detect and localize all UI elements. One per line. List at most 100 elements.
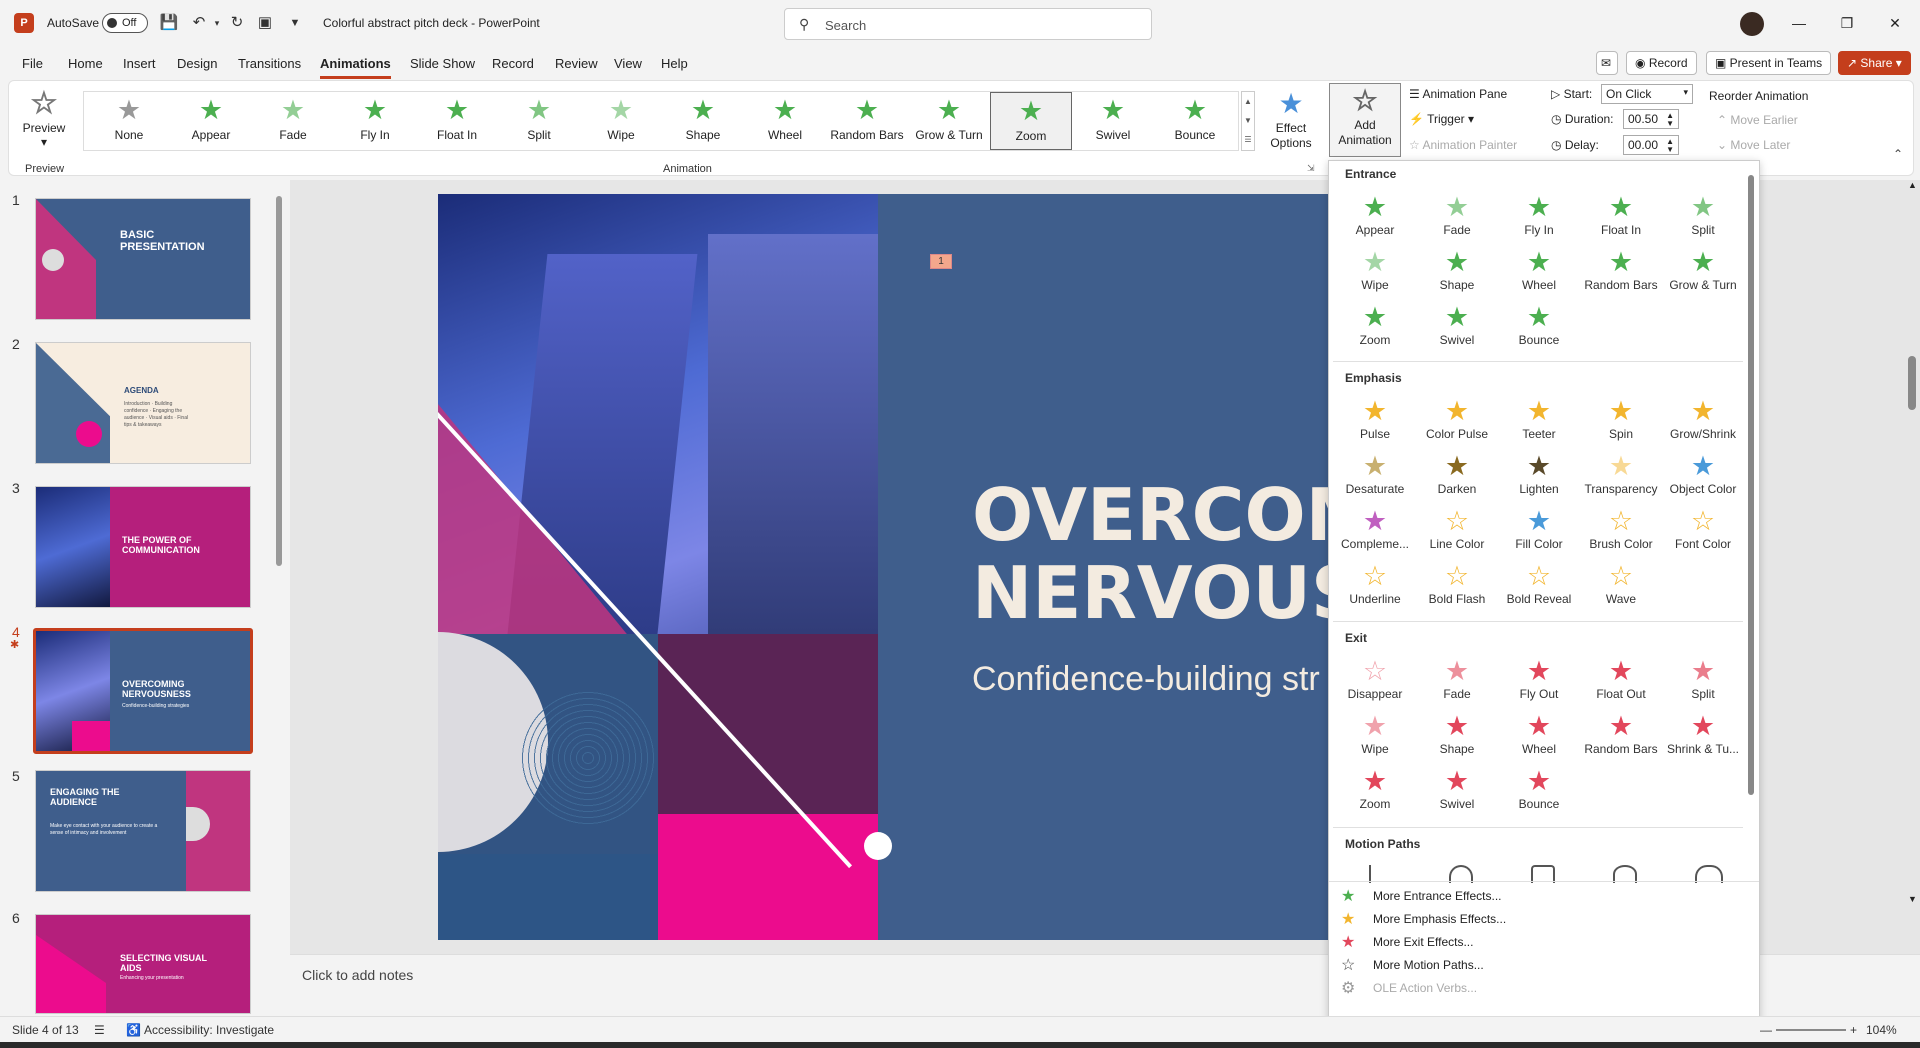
scroll-thumb[interactable] [1908, 356, 1916, 410]
exit-split[interactable]: ★ Split [1661, 655, 1745, 701]
notes-icon[interactable]: ☰ [94, 1023, 105, 1037]
gallery-zoom[interactable]: ★ Zoom [990, 92, 1072, 150]
gallery-down-icon[interactable]: ▼ [1242, 111, 1254, 130]
emphasis-color-pulse[interactable]: ★ Color Pulse [1415, 395, 1499, 441]
scroll-up-icon[interactable]: ▲ [1908, 180, 1917, 190]
emphasis-transparency[interactable]: ★ Transparency [1579, 450, 1663, 496]
scroll-thumb[interactable] [1748, 175, 1754, 795]
avatar[interactable] [1740, 12, 1764, 36]
delay-input[interactable]: 00.00 ▲ ▼ [1623, 135, 1679, 155]
gallery-wipe[interactable]: ★ Wipe [580, 92, 662, 150]
exit-wipe[interactable]: ★ Wipe [1333, 710, 1417, 756]
zoom-slider[interactable] [1776, 1029, 1846, 1031]
collapse-ribbon-icon[interactable]: ⌃ [1893, 147, 1903, 161]
preview-button[interactable]: ☆ Preview ▾ [17, 87, 71, 150]
animation-pane-button[interactable]: ☰ Animation Pane [1409, 87, 1507, 101]
exit-wheel[interactable]: ★ Wheel [1497, 710, 1581, 756]
slide-thumbnail-4[interactable]: OVERCOMING NERVOUSNESS Confidence-buildi… [33, 628, 253, 754]
tab-design[interactable]: Design [177, 56, 217, 71]
present-from-start-icon[interactable]: ▣ [254, 12, 276, 34]
entrance-wipe[interactable]: ★ Wipe [1333, 246, 1417, 292]
search-box[interactable]: ⚲ Search [784, 8, 1152, 40]
entrance-appear[interactable]: ★ Appear [1333, 191, 1417, 237]
slide-thumbnail-5[interactable]: ENGAGING THE AUDIENCE Make eye contact w… [35, 770, 251, 892]
emphasis-spin[interactable]: ★ Spin [1579, 395, 1663, 441]
zoom-in-icon[interactable]: + [1850, 1023, 1857, 1037]
gallery-split[interactable]: ★ Split [498, 92, 580, 150]
slide-thumbnail-6[interactable]: SELECTING VISUAL AIDS Enhancing your pre… [35, 914, 251, 1014]
tab-view[interactable]: View [614, 56, 642, 71]
emphasis-object-color[interactable]: ★ Object Color [1661, 450, 1745, 496]
emphasis-complementary[interactable]: ★ Compleme... [1333, 505, 1417, 551]
slide-subtitle[interactable]: Confidence-building str [972, 660, 1320, 699]
scroll-thumb[interactable] [276, 196, 282, 566]
close-icon[interactable]: ✕ [1884, 12, 1906, 34]
tab-record[interactable]: Record [492, 56, 534, 71]
gallery-shape[interactable]: ★ Shape [662, 92, 744, 150]
animation-order-tag[interactable]: 1 [930, 254, 952, 269]
tab-help[interactable]: Help [661, 56, 688, 71]
exit-shape[interactable]: ★ Shape [1415, 710, 1499, 756]
gallery-fade[interactable]: ★ Fade [252, 92, 334, 150]
tab-insert[interactable]: Insert [123, 56, 156, 71]
emphasis-underline[interactable]: ☆ Underline [1333, 560, 1417, 606]
entrance-float-in[interactable]: ★ Float In [1579, 191, 1663, 237]
canvas-scrollbar[interactable]: ▲ ▼ [1904, 180, 1920, 970]
exit-fade[interactable]: ★ Fade [1415, 655, 1499, 701]
save-icon[interactable]: 💾 [158, 12, 180, 34]
tab-home[interactable]: Home [68, 56, 103, 71]
entrance-wheel[interactable]: ★ Wheel [1497, 246, 1581, 292]
thumbnail-scrollbar[interactable] [274, 180, 284, 1016]
start-select[interactable]: On Click ▾ [1601, 84, 1693, 104]
emphasis-font-color[interactable]: ☆ Font Color [1661, 505, 1745, 551]
slide-thumbnail-1[interactable]: BASIC PRESENTATION [35, 198, 251, 320]
gallery-up-icon[interactable]: ▲ [1242, 92, 1254, 111]
emphasis-wave[interactable]: ☆ Wave [1579, 560, 1663, 606]
spinner-icon[interactable]: ▲ ▼ [1666, 112, 1674, 128]
zoom-level[interactable]: 104% [1866, 1023, 1897, 1037]
slide-title[interactable]: OVERCOMINERVOUSN [972, 476, 1332, 632]
exit-swivel[interactable]: ★ Swivel [1415, 765, 1499, 811]
emphasis-lighten[interactable]: ★ Lighten [1497, 450, 1581, 496]
exit-zoom[interactable]: ★ Zoom [1333, 765, 1417, 811]
gallery-fly-in[interactable]: ★ Fly In [334, 92, 416, 150]
entrance-shape[interactable]: ★ Shape [1415, 246, 1499, 292]
slide-thumbnail-3[interactable]: THE POWER OF COMMUNICATION [35, 486, 251, 608]
tab-animations[interactable]: Animations [320, 56, 391, 79]
gallery-wheel[interactable]: ★ Wheel [744, 92, 826, 150]
zoom-out-icon[interactable]: — [1760, 1023, 1772, 1037]
effect-options-button[interactable]: ★ Effect Options [1259, 87, 1323, 151]
tab-transitions[interactable]: Transitions [238, 56, 301, 71]
exit-fly-out[interactable]: ★ Fly Out [1497, 655, 1581, 701]
gallery-float-in[interactable]: ★ Float In [416, 92, 498, 150]
gallery-more-icon[interactable]: ☰ [1242, 130, 1254, 149]
emphasis-bold-reveal[interactable]: ☆ Bold Reveal [1497, 560, 1581, 606]
emphasis-grow-shrink[interactable]: ★ Grow/Shrink [1661, 395, 1745, 441]
emphasis-darken[interactable]: ★ Darken [1415, 450, 1499, 496]
emphasis-pulse[interactable]: ★ Pulse [1333, 395, 1417, 441]
exit-bounce[interactable]: ★ Bounce [1497, 765, 1581, 811]
slide-thumbnail-2[interactable]: AGENDA Introduction · Building confidenc… [35, 342, 251, 464]
gallery-appear[interactable]: ★ Appear [170, 92, 252, 150]
emphasis-line-color[interactable]: ☆ Line Color [1415, 505, 1499, 551]
emphasis-teeter[interactable]: ★ Teeter [1497, 395, 1581, 441]
minimize-icon[interactable]: — [1788, 12, 1810, 34]
entrance-zoom[interactable]: ★ Zoom [1333, 301, 1417, 347]
gallery-grow-turn[interactable]: ★ Grow & Turn [908, 92, 990, 150]
dropdown-scrollbar[interactable] [1743, 161, 1759, 877]
tab-slide-show[interactable]: Slide Show [410, 56, 475, 71]
dialog-launcher-icon[interactable]: ⇲ [1307, 163, 1315, 174]
gallery-swivel[interactable]: ★ Swivel [1072, 92, 1154, 150]
exit-shrink-turn[interactable]: ★ Shrink & Tu... [1661, 710, 1745, 756]
entrance-random-bars[interactable]: ★ Random Bars [1579, 246, 1663, 292]
duration-input[interactable]: 00.50 ▲ ▼ [1623, 109, 1679, 129]
present-in-teams-button[interactable]: ▣ Present in Teams [1706, 51, 1832, 75]
exit-random-bars[interactable]: ★ Random Bars [1579, 710, 1663, 756]
tab-review[interactable]: Review [555, 56, 598, 71]
entrance-bounce[interactable]: ★ Bounce [1497, 301, 1581, 347]
trigger-button[interactable]: ⚡ Trigger ▾ [1409, 112, 1474, 126]
scroll-down-icon[interactable]: ▼ [1908, 894, 1917, 904]
gallery-bounce[interactable]: ★ Bounce [1154, 92, 1236, 150]
entrance-grow-turn[interactable]: ★ Grow & Turn [1661, 246, 1745, 292]
entrance-fade[interactable]: ★ Fade [1415, 191, 1499, 237]
